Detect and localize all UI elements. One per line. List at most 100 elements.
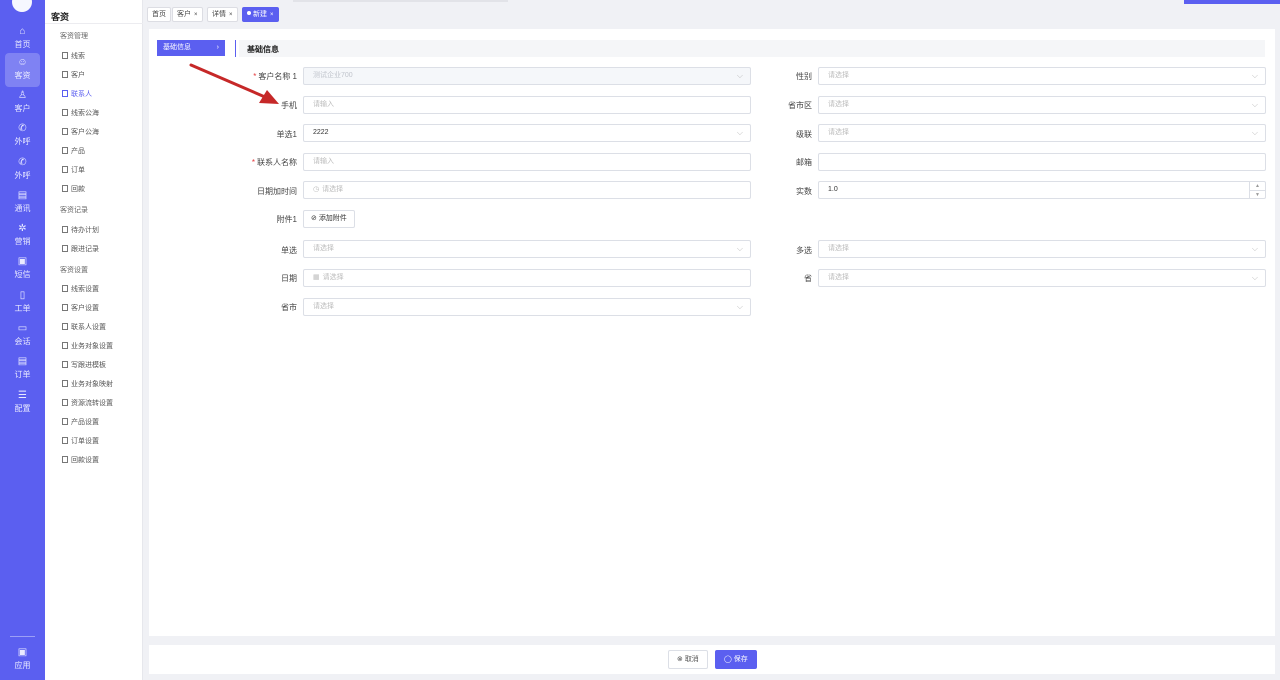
region-label: 省市区 [788,101,812,110]
date-picker[interactable]: ▦ 请选择 [303,269,751,287]
sidebar-item-followup[interactable]: 跟进记录 [62,244,99,254]
close-icon[interactable]: × [194,12,198,18]
close-icon[interactable]: × [270,12,274,18]
city-label: 省市 [281,303,297,312]
active-dot-icon [247,11,251,15]
datetime-label: 日期加时间 [257,187,297,196]
stepper-down-icon[interactable]: ▼ [1250,190,1265,198]
sidebar-item-customer-settings[interactable]: 客户设置 [62,303,99,313]
doc-icon [62,185,68,192]
rail-item-label: 短信 [14,270,31,279]
doc-icon [62,418,68,425]
rail-item-outbound-2[interactable]: ✆ 外呼 [0,153,45,187]
sidebar-item-followup-template[interactable]: 写跟进模板 [62,360,106,370]
rail-item-marketing[interactable]: ✲ 营销 [0,219,45,253]
gender-select[interactable]: 请选择 ⌵ [818,67,1266,85]
section-divider [235,40,236,57]
chevron-down-icon: ⌵ [736,71,743,80]
rail-item-sms[interactable]: ▣ 短信 [0,252,45,286]
cancel-icon: ⊗ [677,656,685,663]
sidebar-item-lead-pool[interactable]: 线索公海 [62,108,99,118]
real-number-input[interactable]: 1.0 ▲ ▼ [818,181,1266,199]
top-right-accent [1184,0,1280,4]
app-rail: ⌂ 首页 ☺ 客资 ♙ 客户 ✆ 外呼 ✆ 外呼 ▤ 通讯 ✲ 营销 ▣ 短信 … [0,0,45,680]
rail-item-label: 外呼 [14,171,31,180]
sidebar-item-contact-settings[interactable]: 联系人设置 [62,322,106,332]
mobile-input[interactable]: 请输入 [303,96,751,114]
rail-item-label: 工单 [14,304,31,313]
rail-item-leads[interactable]: ☺ 客资 [5,53,40,87]
sidebar-item-products[interactable]: 产品 [62,146,85,156]
doc-icon [62,361,68,368]
rail-item-settings[interactable]: ☰ 配置 [0,386,45,420]
save-button[interactable]: ◯ 保存 [715,650,757,669]
cancel-button[interactable]: ⊗ 取消 [668,650,708,669]
annotation-arrow [189,63,279,104]
email-input[interactable] [818,153,1266,171]
sidebar-item-resource-flow[interactable]: 资源流转设置 [62,398,113,408]
phone-icon: ✆ [18,123,27,134]
sidebar-item-customer-pool[interactable]: 客户公海 [62,127,99,137]
sidebar-item-product-settings[interactable]: 产品设置 [62,417,99,427]
sidebar-item-payment-settings[interactable]: 回款设置 [62,455,99,465]
sidebar-item-object-mapping[interactable]: 业务对象映射 [62,379,113,389]
sidebar-item-object-settings[interactable]: 业务对象设置 [62,341,113,351]
rail-item-home[interactable]: ⌂ 首页 [0,22,45,56]
rail-item-customer[interactable]: ♙ 客户 [0,86,45,120]
gender-label: 性别 [796,72,812,81]
sidebar-item-contacts[interactable]: 联系人 [62,89,92,99]
rail-item-ticket[interactable]: ▯ 工单 [0,286,45,320]
sidebar-item-order-settings[interactable]: 订单设置 [62,436,99,446]
doc-icon [62,380,68,387]
region-select[interactable]: 请选择 ⌵ [818,96,1266,114]
contact-name-input[interactable]: 请输入 [303,153,751,171]
close-icon[interactable]: × [229,12,233,18]
doc-icon [62,226,68,233]
cascade-select[interactable]: 请选择 ⌵ [818,124,1266,142]
chevron-down-icon: ⌵ [1251,273,1258,282]
tab-customer[interactable]: 客户 × [172,7,203,22]
chevron-down-icon: ⌵ [1251,100,1258,109]
sidebar-item-todo[interactable]: 待办计划 [62,225,99,235]
real-number-label: 实数 [796,187,812,196]
tab-home[interactable]: 首页 [147,7,171,22]
users-icon: ☺ [17,57,28,68]
paperclip-icon: ⊘ [311,215,319,222]
rail-item-label: 营销 [14,237,31,246]
sidebar-item-orders[interactable]: 订单 [62,165,85,175]
single-select[interactable]: 请选择 ⌵ [303,240,751,258]
datetime-picker[interactable]: ◷ 请选择 [303,181,751,199]
doc-icon [62,90,68,97]
add-attachment-button[interactable]: ⊘ 添加附件 [303,210,355,228]
sidebar: 客资 客资管理 线索 客户 联系人 线索公海 客户公海 产品 订单 回款 客资记… [45,0,143,680]
tab-new[interactable]: 新建 × [242,7,279,22]
sidebar-group-title: 客资管理 [60,33,88,40]
rail-item-apps[interactable]: ▣ 应用 [0,643,45,677]
doc-icon [62,304,68,311]
customer-name-select[interactable]: 测试企业700 ⌵ [303,67,751,85]
doc-icon [62,128,68,135]
sidebar-item-customers[interactable]: 客户 [62,70,85,80]
doc-icon [62,52,68,59]
single1-select[interactable]: 2222 ⌵ [303,124,751,142]
rail-item-outbound[interactable]: ✆ 外呼 [0,119,45,153]
stepper-up-icon[interactable]: ▲ [1250,182,1265,190]
section-header: 基础信息 [239,40,1265,57]
sidebar-item-payments[interactable]: 回款 [62,184,85,194]
contact-name-label: * 联系人名称 [251,158,297,167]
rail-item-contacts[interactable]: ▤ 通讯 [0,186,45,220]
city-select[interactable]: 请选择 ⌵ [303,298,751,316]
rail-item-chat[interactable]: ▭ 会话 [0,319,45,353]
multi-select[interactable]: 请选择 ⌵ [818,240,1266,258]
rail-divider [10,636,35,637]
sidebar-item-lead-settings[interactable]: 线索设置 [62,284,99,294]
province-select[interactable]: 请选择 ⌵ [818,269,1266,287]
rail-item-label: 首页 [14,40,31,49]
section-nav-basic[interactable]: 基础信息 › [157,40,225,56]
rail-item-order[interactable]: ▤ 订单 [0,352,45,386]
cascade-label: 级联 [796,130,812,139]
tab-detail[interactable]: 详情 × [207,7,238,22]
number-stepper[interactable]: ▲ ▼ [1249,182,1265,198]
app-logo[interactable] [12,0,32,12]
sidebar-item-leads[interactable]: 线索 [62,51,85,61]
